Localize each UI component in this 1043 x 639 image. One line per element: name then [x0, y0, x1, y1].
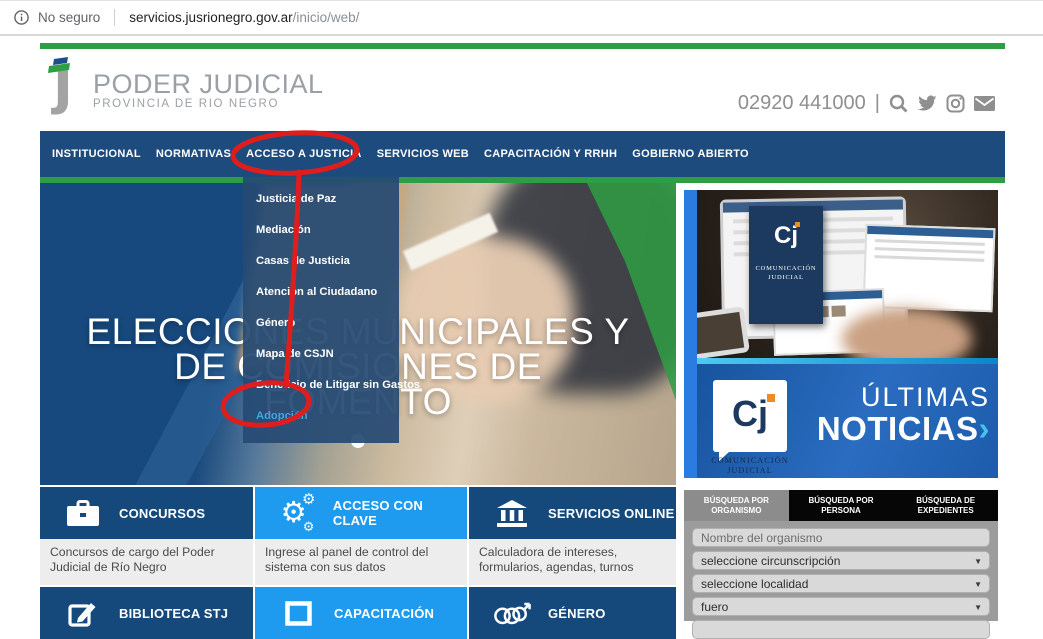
pencil-square-icon	[64, 599, 102, 627]
bank-icon	[493, 500, 531, 527]
menu-item-mediacion[interactable]: Mediación	[243, 214, 399, 245]
acceso-con-clave-button[interactable]: ⚙ ⚙ ⚙ ACCESO CON CLAVE	[255, 487, 467, 539]
nav-green-strip	[40, 177, 1005, 183]
nav-normativas[interactable]: NORMATIVAS	[156, 148, 231, 160]
cj-caption: COMUNICACIÓNJUDICIAL	[697, 456, 809, 476]
logo-flags-icon	[47, 57, 77, 75]
organismo-name-input[interactable]	[692, 528, 990, 547]
acceso-a-justicia-dropdown: Justicia de Paz Mediación Casas de Justi…	[243, 177, 399, 443]
search-panel: BÚSQUEDA POR ORGANISMO BÚSQUEDA POR PERS…	[684, 490, 998, 621]
nav-capacitacion-rrhh[interactable]: CAPACITACIÓN Y RRHH	[484, 148, 617, 160]
chevron-down-icon: ▼	[974, 603, 982, 612]
chevron-down-icon: ▼	[974, 557, 982, 566]
fuero-select[interactable]: fuero ▼	[692, 597, 990, 616]
news-title: ÚLTIMAS NOTICIAS›	[817, 382, 990, 446]
phone-number: 02920 441000	[738, 92, 866, 115]
header-contact: 02920 441000 |	[738, 92, 995, 115]
card-column-acceso: ⚙ ⚙ ⚙ ACCESO CON CLAVE Ingrese al panel …	[255, 487, 467, 639]
cj-logo-card: Cj COMUNICACIÓNJUDICIAL	[749, 206, 823, 324]
localidad-select[interactable]: seleccione localidad ▼	[692, 574, 990, 593]
instagram-icon[interactable]	[946, 94, 965, 113]
email-icon[interactable]	[974, 96, 995, 111]
browser-address-bar[interactable]: No seguro servicios.jusrionegro.gov.ar/i…	[0, 0, 1043, 36]
top-green-bar	[40, 43, 1005, 49]
screen-icon	[279, 601, 317, 626]
biblioteca-stj-button[interactable]: BIBLIOTECA STJ	[40, 587, 253, 639]
capacitacion-button[interactable]: CAPACITACIÓN	[255, 587, 467, 639]
security-label: No seguro	[38, 10, 100, 25]
nav-institucional[interactable]: INSTITUCIONAL	[52, 148, 141, 160]
circunscripcion-select[interactable]: seleccione circunscripción ▼	[692, 551, 990, 570]
nav-gobierno-abierto[interactable]: GOBIERNO ABIERTO	[632, 148, 749, 160]
genero-button[interactable]: GÉNERO	[469, 587, 676, 639]
servicios-description: Calculadora de intereses, formularios, a…	[469, 539, 676, 585]
url-text[interactable]: servicios.jusrionegro.gov.ar/inicio/web/	[129, 10, 359, 25]
concursos-description: Concursos de cargo del Poder Judicial de…	[40, 539, 253, 585]
news-arrow-icon: ›	[979, 410, 991, 447]
ultimas-noticias-banner[interactable]: Cj COMUNICACIÓNJUDICIAL ÚLTIMAS NOTICIAS…	[697, 358, 998, 478]
tablet-shape	[697, 306, 750, 360]
menu-item-justicia-de-paz[interactable]: Justicia de Paz	[243, 183, 399, 214]
acceso-description: Ingrese al panel de control del sistema …	[255, 539, 467, 585]
search-icon[interactable]	[889, 94, 908, 113]
tab-busqueda-por-organismo[interactable]: BÚSQUEDA POR ORGANISMO	[684, 490, 789, 521]
servicios-online-button[interactable]: SERVICIOS ONLINE	[469, 487, 676, 539]
gears-icon: ⚙ ⚙ ⚙	[280, 494, 314, 532]
ultimas-noticias-panel[interactable]: Cj COMUNICACIÓNJUDICIAL Cj COMUNICACIÓNJ…	[684, 190, 998, 478]
search-tabs: BÚSQUEDA POR ORGANISMO BÚSQUEDA POR PERS…	[684, 490, 998, 521]
menu-item-casas-de-justicia[interactable]: Casas de Justicia	[243, 245, 399, 276]
menu-item-beneficio-litigar[interactable]: Beneficio de Litigar sin Gastos	[243, 369, 399, 400]
menu-item-atencion-al-ciudadano[interactable]: Atención al Ciudadano	[243, 276, 399, 307]
site-logo[interactable]: ȷ PODER JUDICIAL PROVINCIA DE RIO NEGRO	[45, 56, 324, 122]
logo-j-mark: ȷ	[45, 56, 89, 122]
search-form: seleccione circunscripción ▼ seleccione …	[684, 521, 998, 621]
menu-item-mapa-de-csjn[interactable]: Mapa de CSJN	[243, 338, 399, 369]
card-column-servicios: SERVICIOS ONLINE Calculadora de interese…	[469, 487, 676, 639]
service-cards: CONCURSOS Concursos de cargo del Poder J…	[40, 487, 676, 639]
info-icon[interactable]	[14, 10, 29, 25]
menu-item-adopcion[interactable]: Adopción	[243, 400, 399, 431]
menu-item-genero[interactable]: Género	[243, 307, 399, 338]
tab-busqueda-por-persona[interactable]: BÚSQUEDA POR PERSONA	[789, 490, 894, 521]
logo-title: PODER JUDICIAL	[93, 70, 324, 98]
nav-acceso-a-justicia[interactable]: ACCESO A JUSTICIA	[246, 148, 362, 160]
nav-servicios-web[interactable]: SERVICIOS WEB	[377, 148, 469, 160]
cj-logo-box: Cj	[713, 380, 787, 452]
cj-promo-photo: Cj COMUNICACIÓNJUDICIAL	[697, 190, 998, 358]
main-navigation: INSTITUCIONAL NORMATIVAS ACCESO A JUSTIC…	[40, 131, 1005, 177]
logo-subtitle: PROVINCIA DE RIO NEGRO	[93, 98, 324, 110]
divider	[114, 9, 115, 26]
chevron-down-icon: ▼	[974, 580, 982, 589]
twitter-icon[interactable]	[917, 95, 937, 112]
card-column-concursos: CONCURSOS Concursos de cargo del Poder J…	[40, 487, 253, 639]
tab-busqueda-de-expedientes[interactable]: BÚSQUEDA DE EXPEDIENTES	[893, 490, 998, 521]
gender-icon	[493, 600, 531, 627]
panel-blue-strip	[684, 190, 697, 478]
partially-visible-field[interactable]	[692, 620, 990, 639]
concursos-button[interactable]: CONCURSOS	[40, 487, 253, 539]
briefcase-icon	[64, 500, 102, 527]
